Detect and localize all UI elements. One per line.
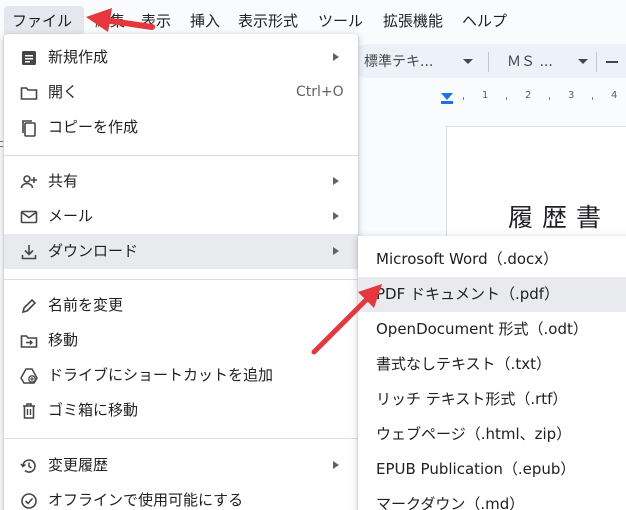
outline-toggle-icon[interactable]	[0, 141, 3, 147]
submenu-item-label: PDF ドキュメント（.pdf）	[376, 285, 560, 303]
move-icon	[19, 331, 39, 351]
menu-edit[interactable]: 編集	[95, 11, 125, 31]
menu-file[interactable]: ファイル	[12, 11, 72, 31]
menu-item-label: ダウンロード	[48, 242, 139, 260]
menu-item-move[interactable]: 移動	[4, 323, 358, 358]
submenu-item-label: ウェブページ（.html、zip）	[376, 425, 572, 443]
menu-item-open[interactable]: 開く Ctrl+O	[4, 75, 358, 110]
history-icon	[19, 456, 39, 476]
menu-item-label: 変更履歴	[48, 456, 109, 474]
menu-extensions[interactable]: 拡張機能	[383, 11, 443, 31]
menu-item-label: 共有	[48, 172, 79, 190]
menu-item-version-history[interactable]: 変更履歴	[4, 448, 358, 483]
font-caret-icon[interactable]	[578, 59, 588, 64]
document-title: 履歴書	[508, 203, 611, 232]
font-select[interactable]: ＭＳ ...	[507, 51, 553, 71]
decrease-font-size-icon[interactable]	[606, 61, 618, 63]
menu-divider	[4, 279, 358, 280]
menu-item-label: 名前を変更	[48, 296, 124, 314]
menu-item-offline[interactable]: オフラインで使用可能にする	[4, 483, 358, 510]
drive-shortcut-icon	[19, 366, 39, 386]
menu-item-download[interactable]: ダウンロード	[4, 234, 358, 269]
menu-item-label: 新規作成	[48, 48, 109, 66]
submenu-item-label: リッチ テキスト形式（.rtf）	[376, 390, 568, 408]
menu-item-share[interactable]: 共有	[4, 164, 358, 199]
menu-divider	[4, 438, 358, 439]
ruler-tick	[592, 97, 593, 100]
menu-item-trash[interactable]: ゴミ箱に移動	[4, 393, 358, 428]
submenu-item-label: Microsoft Word（.docx）	[376, 250, 559, 268]
menu-item-label: 開く	[48, 83, 79, 101]
shortcut-label: Ctrl+O	[296, 84, 344, 100]
menu-insert[interactable]: 挿入	[190, 11, 220, 31]
submenu-item-rtf[interactable]: リッチ テキスト形式（.rtf）	[358, 382, 626, 417]
submenu-item-label: OpenDocument 形式（.odt）	[376, 320, 588, 338]
offline-icon	[19, 491, 39, 510]
copy-icon	[19, 118, 39, 138]
mail-icon	[19, 207, 39, 227]
ruler-tick	[463, 97, 464, 100]
submenu-arrow-icon	[333, 212, 339, 220]
ruler-number: 1	[482, 90, 489, 101]
submenu-item-md[interactable]: マークダウン（.md）	[358, 487, 626, 510]
submenu-arrow-icon	[333, 177, 339, 185]
submenu-arrow-icon	[333, 461, 339, 469]
download-icon	[19, 242, 39, 262]
folder-icon	[19, 83, 39, 103]
toolbar-separator	[596, 52, 597, 72]
trash-icon	[19, 401, 39, 421]
submenu-arrow-icon	[333, 247, 339, 255]
menu-item-label: オフラインで使用可能にする	[48, 491, 244, 509]
menu-item-label: コピーを作成	[48, 118, 139, 136]
submenu-item-label: マークダウン（.md）	[376, 495, 525, 510]
ruler-tick	[549, 97, 550, 100]
menu-item-label: メール	[48, 207, 94, 225]
submenu-item-docx[interactable]: Microsoft Word（.docx）	[358, 242, 626, 277]
submenu-item-epub[interactable]: EPUB Publication（.epub）	[358, 452, 626, 487]
menu-divider	[4, 155, 358, 156]
submenu-item-pdf[interactable]: PDF ドキュメント（.pdf）	[358, 277, 626, 312]
menu-tools[interactable]: ツール	[318, 11, 363, 31]
menu-item-rename[interactable]: 名前を変更	[4, 288, 358, 323]
menu-help[interactable]: ヘルプ	[462, 11, 507, 31]
menu-item-add-shortcut[interactable]: ドライブにショートカットを追加	[4, 358, 358, 393]
pencil-icon	[19, 296, 39, 316]
submenu-item-html[interactable]: ウェブページ（.html、zip）	[358, 417, 626, 452]
submenu-arrow-icon	[333, 53, 339, 61]
style-select[interactable]: 標準テキ...	[364, 51, 433, 71]
ruler-tick	[506, 97, 507, 100]
menu-item-make-copy[interactable]: コピーを作成	[4, 110, 358, 145]
ruler-number: 3	[568, 90, 575, 101]
menu-item-new[interactable]: 新規作成	[4, 40, 358, 75]
indent-marker-bar[interactable]	[441, 101, 453, 104]
menu-item-label: ゴミ箱に移動	[48, 401, 139, 419]
indent-marker-icon[interactable]	[441, 93, 453, 100]
style-caret-icon[interactable]	[463, 59, 473, 64]
submenu-item-label: EPUB Publication（.epub）	[376, 460, 576, 478]
toolbar-separator	[488, 52, 489, 72]
menu-item-email[interactable]: メール	[4, 199, 358, 234]
person-add-icon	[19, 172, 39, 192]
submenu-item-odt[interactable]: OpenDocument 形式（.odt）	[358, 312, 626, 347]
menu-format[interactable]: 表示形式	[238, 11, 298, 31]
menu-item-label: 移動	[48, 331, 79, 349]
ruler-number: 4	[611, 90, 618, 101]
ruler	[356, 88, 626, 108]
ruler-number: 2	[525, 90, 532, 101]
menu-view[interactable]: 表示	[141, 11, 171, 31]
menu-item-label: ドライブにショートカットを追加	[48, 366, 274, 384]
submenu-item-txt[interactable]: 書式なしテキスト（.txt）	[358, 347, 626, 382]
doc-icon	[19, 48, 39, 68]
submenu-item-label: 書式なしテキスト（.txt）	[376, 355, 551, 373]
